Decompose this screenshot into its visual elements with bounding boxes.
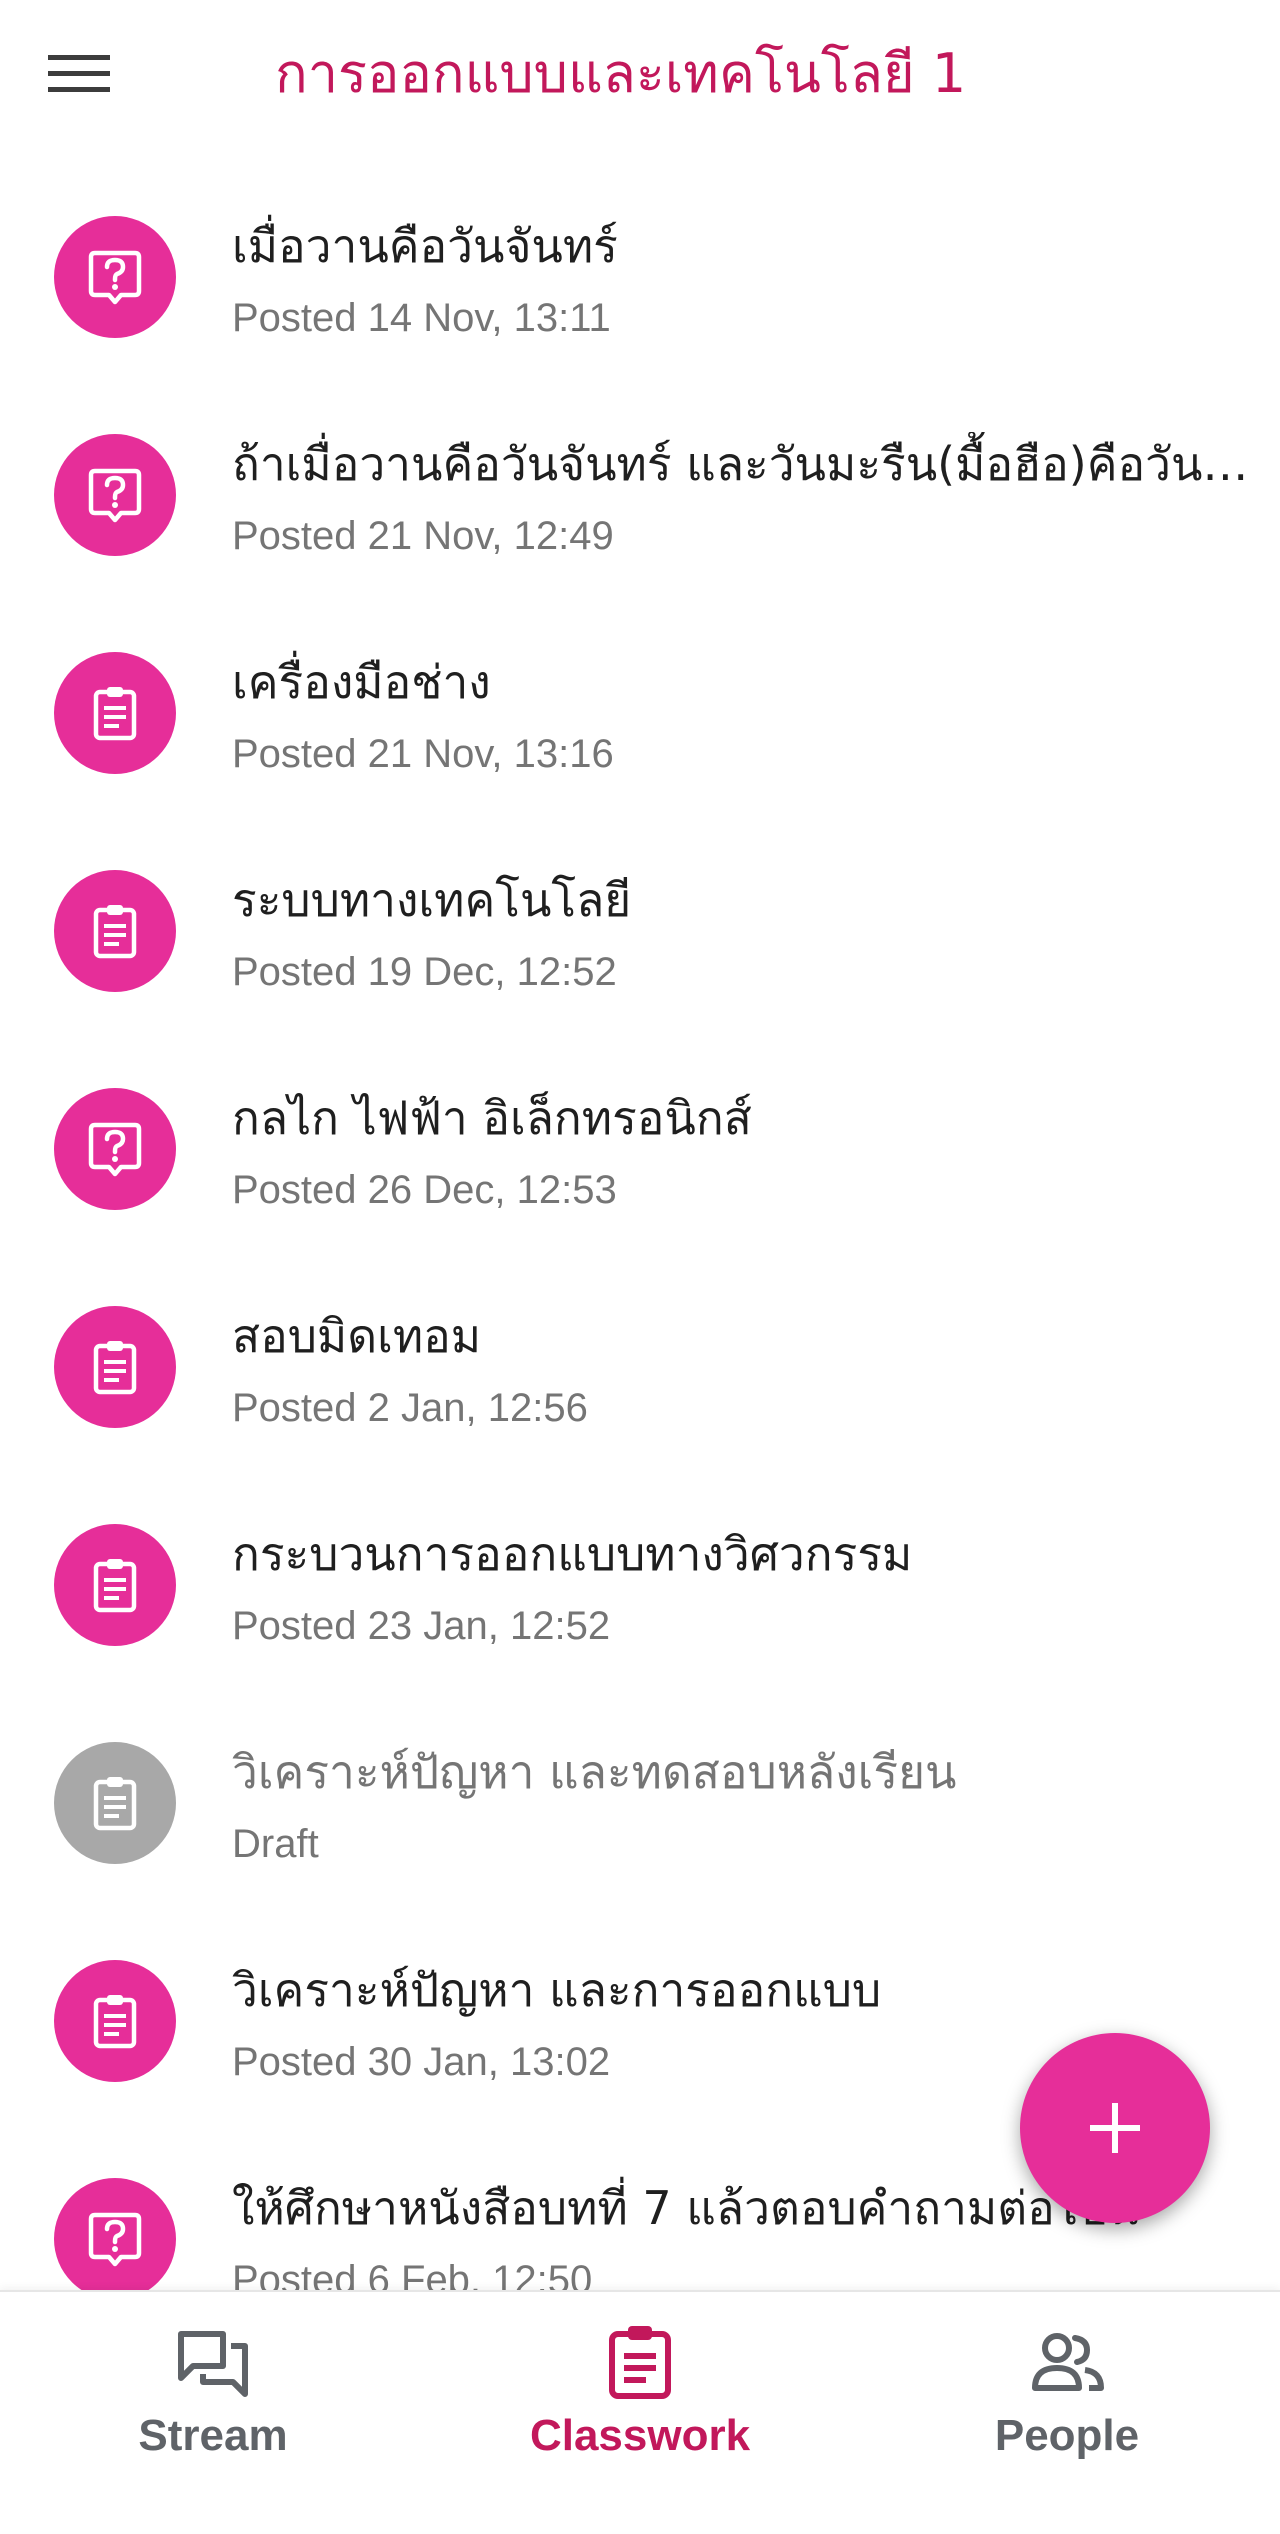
list-item[interactable]: กระบวนการออกแบบทางวิศวกรรม Posted 23 Jan… <box>0 1458 1280 1676</box>
list-item[interactable]: เมื่อวานคือวันจันทร์ Posted 14 Nov, 13:1… <box>0 150 1280 368</box>
list-item[interactable]: ถ้าเมื่อวานคือวันจันทร์ และวันมะรืน(มื้อ… <box>0 368 1280 586</box>
list-item[interactable]: ระบบทางเทคโนโลยี Posted 19 Dec, 12:52 <box>0 804 1280 1022</box>
item-posted-date: Posted 30 Jan, 13:02 <box>232 2040 611 2084</box>
list-item[interactable]: สอบมิดเทอม Posted 2 Jan, 12:56 <box>0 1240 1280 1458</box>
item-title: วิเคราะห์ปัญหา และทดสอบหลังเรียน <box>232 1745 957 1799</box>
assignment-icon <box>54 1306 176 1428</box>
classwork-list: เมื่อวานคือวันจันทร์ Posted 14 Nov, 13:1… <box>0 150 1280 2290</box>
item-posted-date: Posted 26 Dec, 12:53 <box>232 1168 617 1212</box>
assignment-icon <box>54 652 176 774</box>
item-title: วิเคราะห์ปัญหา และการออกแบบ <box>232 1963 882 2017</box>
item-posted-date: Posted 21 Nov, 13:16 <box>232 732 614 776</box>
assignment-icon <box>54 1742 176 1864</box>
nav-people[interactable]: People <box>854 2292 1280 2534</box>
list-item-draft[interactable]: วิเคราะห์ปัญหา และทดสอบหลังเรียน Draft <box>0 1676 1280 1894</box>
item-posted-date: Posted 2 Jan, 12:56 <box>232 1386 588 1430</box>
nav-stream[interactable]: Stream <box>0 2292 426 2534</box>
assignment-icon <box>54 1960 176 2082</box>
app-header: การออกแบบและเทคโนโลยี 1 <box>0 0 1280 150</box>
classwork-icon <box>609 2326 671 2399</box>
item-posted-date: Posted 23 Jan, 12:52 <box>232 1604 611 1648</box>
hamburger-menu-icon[interactable] <box>48 35 138 115</box>
item-posted-date: Posted 6 Feb, 12:50 <box>232 2258 593 2290</box>
list-item[interactable]: กลไก ไฟฟ้า อิเล็กทรอนิกส์ Posted 26 Dec,… <box>0 1022 1280 1240</box>
stream-icon <box>178 2331 248 2397</box>
item-posted-date: Posted 19 Dec, 12:52 <box>232 950 617 994</box>
question-icon <box>54 2178 176 2290</box>
nav-classwork-label: Classwork <box>529 2411 751 2460</box>
list-item[interactable]: เครื่องมือช่าง Posted 21 Nov, 13:16 <box>0 586 1280 804</box>
item-status-draft: Draft <box>232 1822 319 1866</box>
nav-people-label: People <box>994 2411 1140 2460</box>
assignment-icon <box>54 1524 176 1646</box>
bottom-navigation: Stream Classwork People <box>0 2290 1280 2534</box>
question-icon <box>54 216 176 338</box>
item-title: ถ้าเมื่อวานคือวันจันทร์ และวันมะรืน(มื้อ… <box>232 437 1262 491</box>
assignment-icon <box>54 870 176 992</box>
item-title: ระบบทางเทคโนโลยี <box>232 873 632 927</box>
item-title: เครื่องมือช่าง <box>232 655 491 709</box>
question-icon <box>54 1088 176 1210</box>
nav-classwork[interactable]: Classwork <box>427 2292 853 2534</box>
item-posted-date: Posted 21 Nov, 12:49 <box>232 514 614 558</box>
nav-stream-label: Stream <box>138 2411 288 2460</box>
people-icon <box>1032 2333 1104 2391</box>
item-title: สอบมิดเทอม <box>232 1309 482 1363</box>
plus-icon <box>1090 2103 1140 2153</box>
create-fab-button[interactable] <box>1020 2033 1210 2223</box>
item-title: กระบวนการออกแบบทางวิศวกรรม <box>232 1527 913 1581</box>
question-icon <box>54 434 176 556</box>
item-title: กลไก ไฟฟ้า อิเล็กทรอนิกส์ <box>232 1091 752 1145</box>
class-title: การออกแบบและเทคโนโลยี 1 <box>275 42 967 105</box>
item-title: เมื่อวานคือวันจันทร์ <box>232 219 618 273</box>
item-posted-date: Posted 14 Nov, 13:11 <box>232 296 611 340</box>
